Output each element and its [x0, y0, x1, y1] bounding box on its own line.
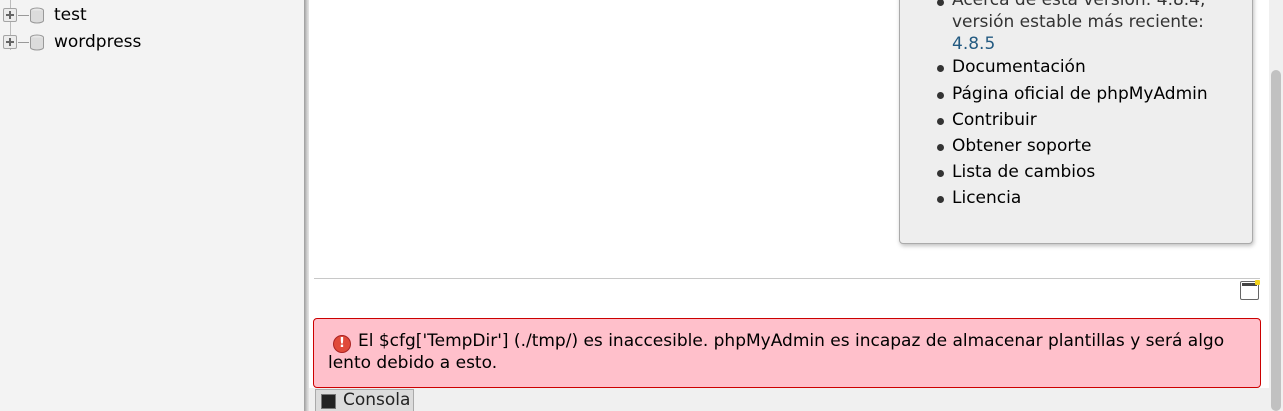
link-documentation[interactable]: Documentación	[952, 56, 1086, 78]
scrollbar[interactable]	[1269, 0, 1283, 411]
scrollbar-thumb[interactable]	[1271, 70, 1281, 411]
latest-version-link[interactable]: 4.8.5	[952, 33, 995, 55]
link-contribute[interactable]: Contribuir	[952, 109, 1037, 131]
navigation-panel: test wordpress	[0, 0, 304, 411]
phpmyadmin-info-box: Acerca de esta versión: 4.8.4, versión e…	[899, 0, 1253, 244]
expand-icon[interactable]	[3, 8, 17, 22]
error-text: El $cfg['TempDir'] (./tmp/) es inaccesib…	[328, 331, 1225, 373]
link-license[interactable]: Licencia	[952, 187, 1021, 209]
divider	[314, 278, 1260, 279]
console-label[interactable]: Consola	[343, 389, 410, 411]
sql-query-window-icon[interactable]	[1240, 280, 1260, 300]
console-toggle[interactable]: Consola	[315, 389, 414, 411]
nav-db-label[interactable]: wordpress	[54, 31, 141, 53]
version-text: Acerca de esta versión: 4.8.4,	[952, 0, 1206, 10]
terminal-icon	[321, 394, 336, 409]
link-changelog[interactable]: Lista de cambios	[952, 161, 1095, 183]
error-message: ! El $cfg['TempDir'] (./tmp/) es inacces…	[313, 318, 1261, 388]
database-icon	[30, 7, 44, 24]
expand-icon[interactable]	[3, 35, 17, 49]
console-bar	[309, 388, 1269, 411]
latest-text: versión estable más reciente:	[952, 12, 1204, 32]
database-icon	[30, 34, 44, 51]
link-support[interactable]: Obtener soporte	[952, 135, 1092, 157]
nav-db-label[interactable]: test	[54, 4, 87, 26]
link-official-page[interactable]: Página oficial de phpMyAdmin	[952, 83, 1208, 105]
bullet	[937, 0, 944, 6]
